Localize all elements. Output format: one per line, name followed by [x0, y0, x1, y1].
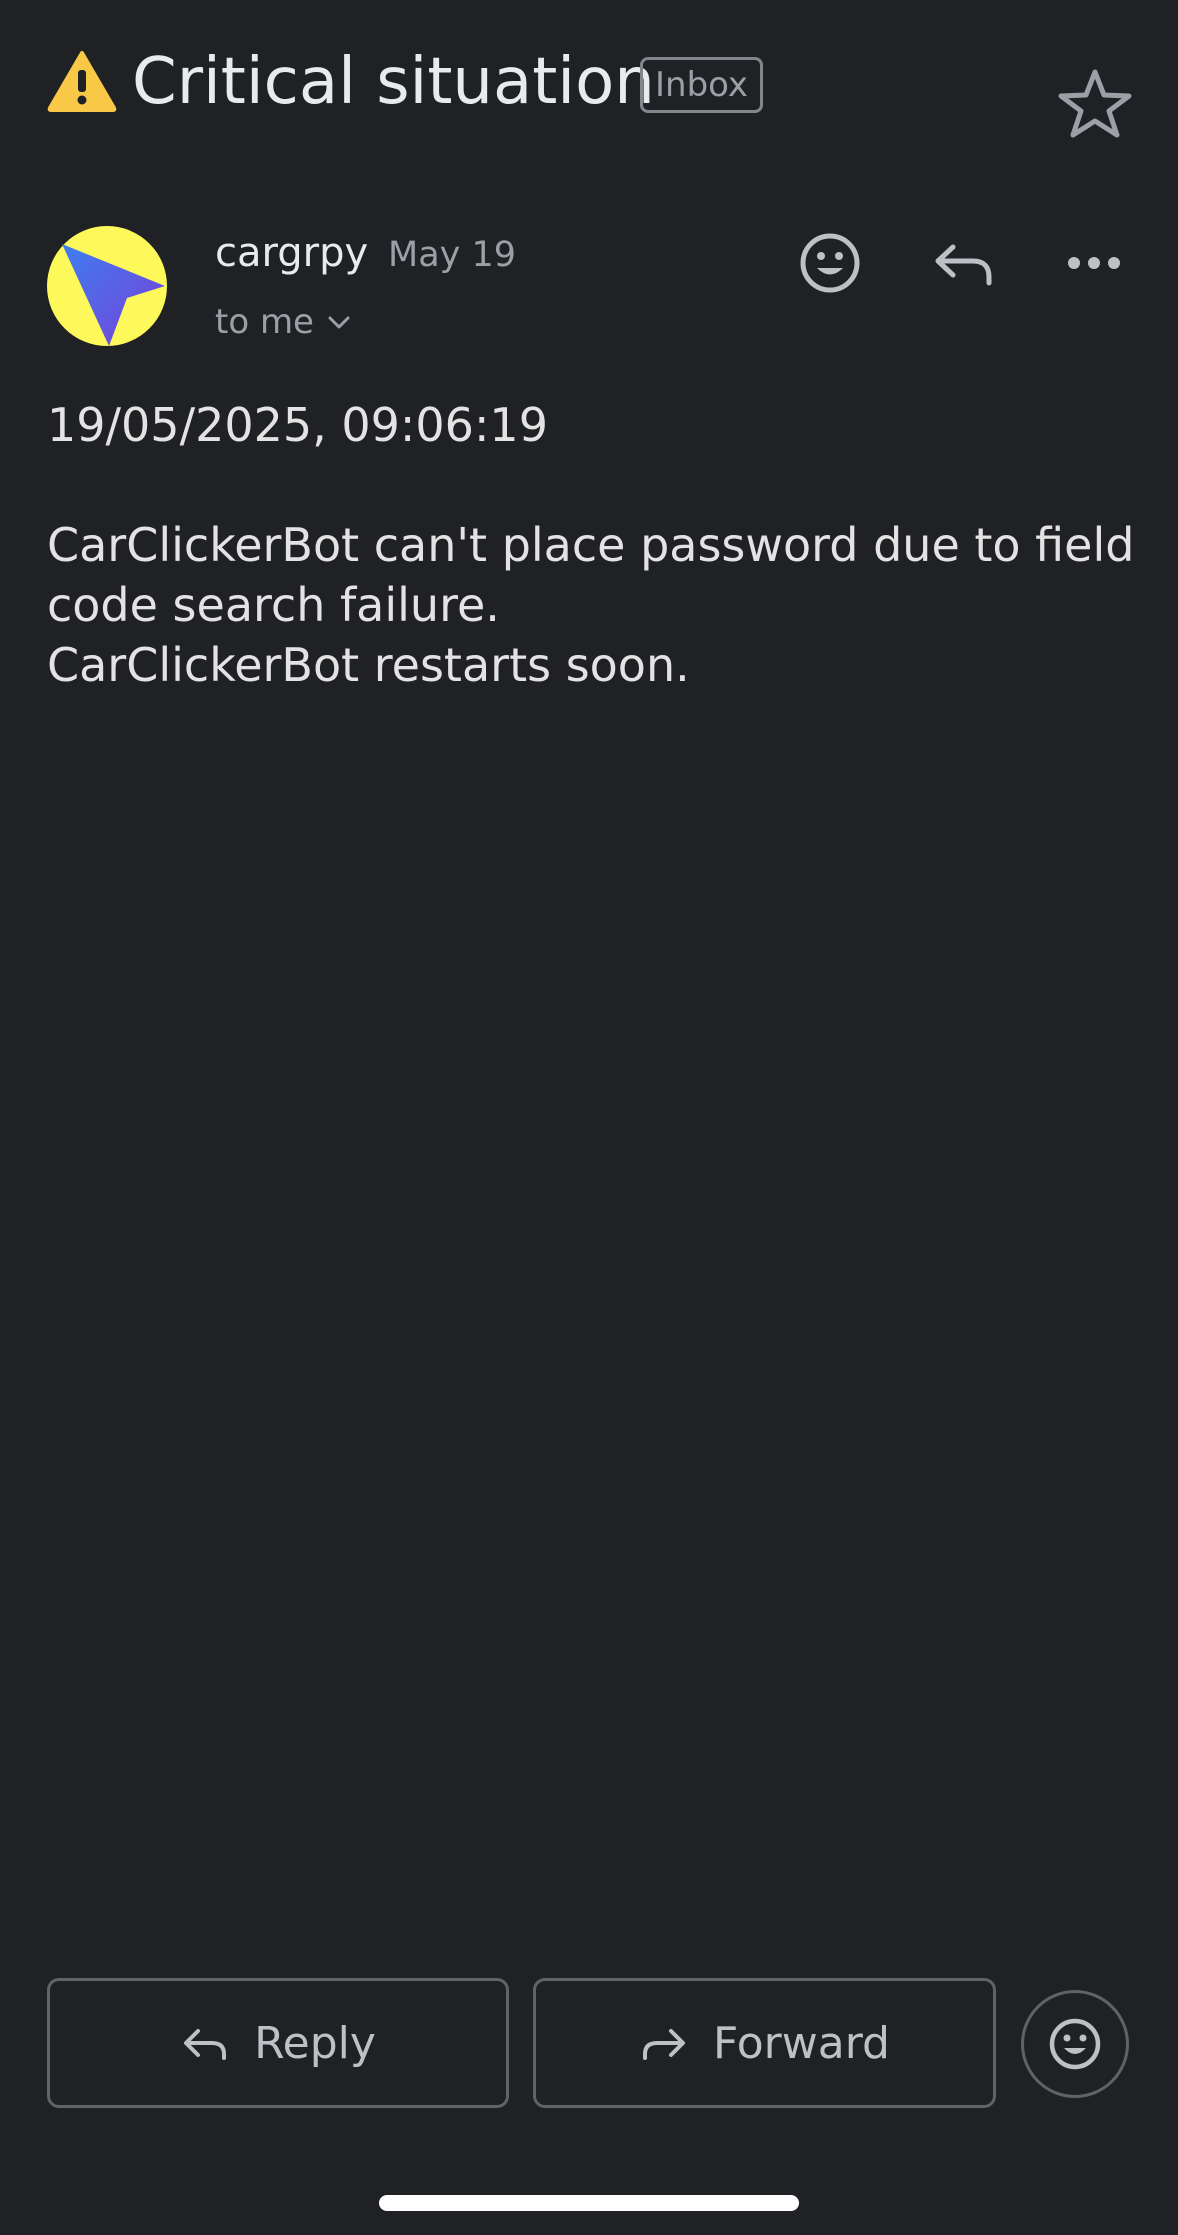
home-indicator[interactable] [379, 2195, 799, 2211]
inbox-label-chip[interactable]: Inbox [640, 57, 764, 113]
emoji-icon[interactable] [790, 223, 870, 303]
reply-icon [184, 2029, 227, 2060]
more-horizontal-icon[interactable] [1054, 223, 1134, 303]
chevron-down-icon [328, 316, 350, 329]
forward-button-label: Forward [713, 2017, 890, 2069]
sent-date: May 19 [388, 235, 517, 275]
body-line: CarClickerBot restarts soon. [47, 638, 690, 692]
email-timestamp: 19/05/2025, 09:06:19 [47, 398, 548, 452]
sender-name[interactable]: cargrpy [215, 226, 368, 280]
email-subject: Critical situation [132, 45, 655, 119]
reply-button[interactable]: Reply [47, 1978, 509, 2108]
body-line: CarClickerBot can't place password due t… [47, 518, 1135, 632]
email-body: CarClickerBot can't place password due t… [47, 515, 1137, 695]
warning-icon [47, 51, 117, 112]
add-reaction-button[interactable] [1021, 1990, 1129, 2098]
forward-button[interactable]: Forward [533, 1978, 996, 2108]
forward-icon [643, 2029, 686, 2060]
star-icon[interactable] [1055, 66, 1135, 138]
recipient-label: to me [215, 302, 314, 342]
emoji-icon [1049, 2018, 1101, 2070]
reply-icon[interactable] [923, 223, 1003, 303]
reply-button-label: Reply [254, 2017, 376, 2069]
recipient-toggle[interactable]: to me [215, 298, 352, 346]
sender-avatar[interactable] [47, 226, 167, 346]
